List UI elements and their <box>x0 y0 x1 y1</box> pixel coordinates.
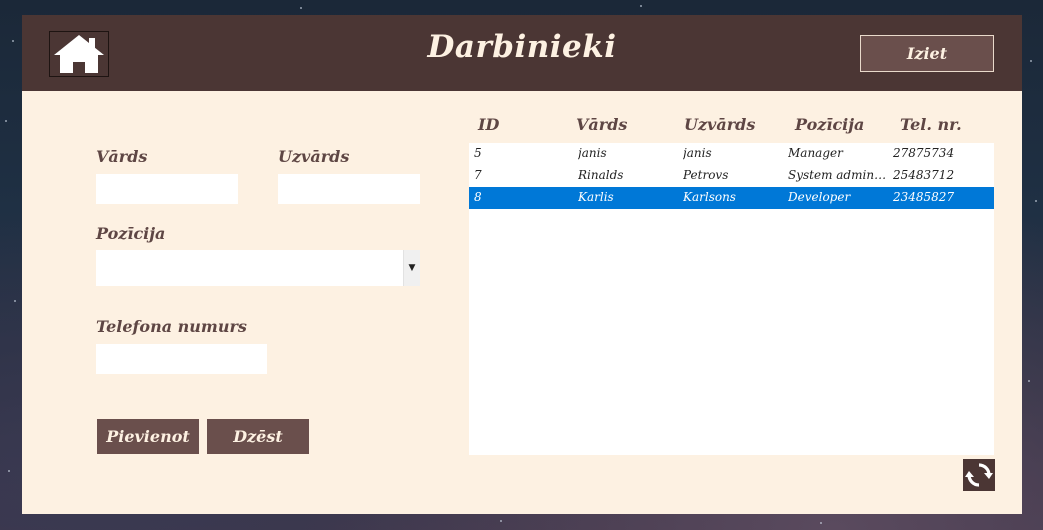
star <box>1028 380 1030 382</box>
position-select[interactable]: ▼ <box>96 250 420 286</box>
cell-position: Manager <box>788 146 843 160</box>
table-row[interactable]: 5 janis janis Manager 27875734 <box>469 143 994 165</box>
star <box>500 520 502 522</box>
delete-button[interactable]: Dzēst <box>207 419 309 454</box>
column-header-last-name[interactable]: Uzvārds <box>684 115 755 134</box>
last-name-input[interactable] <box>278 174 420 204</box>
cell-phone: 27875734 <box>893 146 955 160</box>
star <box>5 120 7 122</box>
refresh-icon <box>965 463 993 487</box>
cell-id: 7 <box>474 168 482 182</box>
header-bar: Darbinieki Iziet <box>22 15 1022 91</box>
star <box>14 300 16 302</box>
star <box>8 470 10 472</box>
cell-last-name: Karlsons <box>683 190 736 204</box>
cell-id: 8 <box>474 190 482 204</box>
caret-down-icon[interactable]: ▼ <box>403 250 420 286</box>
star <box>300 7 302 9</box>
exit-button[interactable]: Iziet <box>860 35 994 72</box>
column-header-phone[interactable]: Tel. nr. <box>900 115 962 134</box>
column-header-id[interactable]: ID <box>478 115 499 134</box>
employees-table[interactable]: 5 janis janis Manager 27875734 7 Rinalds… <box>469 143 994 455</box>
cell-first-name: Rinalds <box>578 168 624 182</box>
star <box>640 5 642 7</box>
cell-position: Developer <box>788 190 851 204</box>
table-row-selected[interactable]: 8 Karlis Karlsons Developer 23485827 <box>469 187 994 209</box>
first-name-label: Vārds <box>96 147 148 166</box>
cell-position: System adminis... <box>788 168 888 182</box>
star <box>820 522 822 524</box>
cell-phone: 23485827 <box>893 190 955 204</box>
star <box>1030 60 1032 62</box>
employees-window: Darbinieki Iziet Vārds Uzvārds Pozīcija … <box>22 15 1022 514</box>
phone-label: Telefona numurs <box>96 317 247 336</box>
add-button[interactable]: Pievienot <box>97 419 199 454</box>
cell-phone: 25483712 <box>893 168 955 182</box>
table-row[interactable]: 7 Rinalds Petrovs System adminis... 2548… <box>469 165 994 187</box>
column-header-position[interactable]: Pozīcija <box>795 115 864 134</box>
table-header: ID Vārds Uzvārds Pozīcija Tel. nr. <box>469 115 994 141</box>
star <box>12 40 14 42</box>
first-name-input[interactable] <box>96 174 238 204</box>
position-label: Pozīcija <box>96 224 166 243</box>
cell-id: 5 <box>474 146 482 160</box>
last-name-label: Uzvārds <box>278 147 350 166</box>
column-header-first-name[interactable]: Vārds <box>576 115 627 134</box>
cell-first-name: janis <box>578 146 607 160</box>
star <box>1035 200 1037 202</box>
cell-last-name: janis <box>683 146 712 160</box>
refresh-button[interactable] <box>963 459 995 491</box>
phone-input[interactable] <box>96 344 267 374</box>
cell-last-name: Petrovs <box>683 168 729 182</box>
cell-first-name: Karlis <box>578 190 614 204</box>
